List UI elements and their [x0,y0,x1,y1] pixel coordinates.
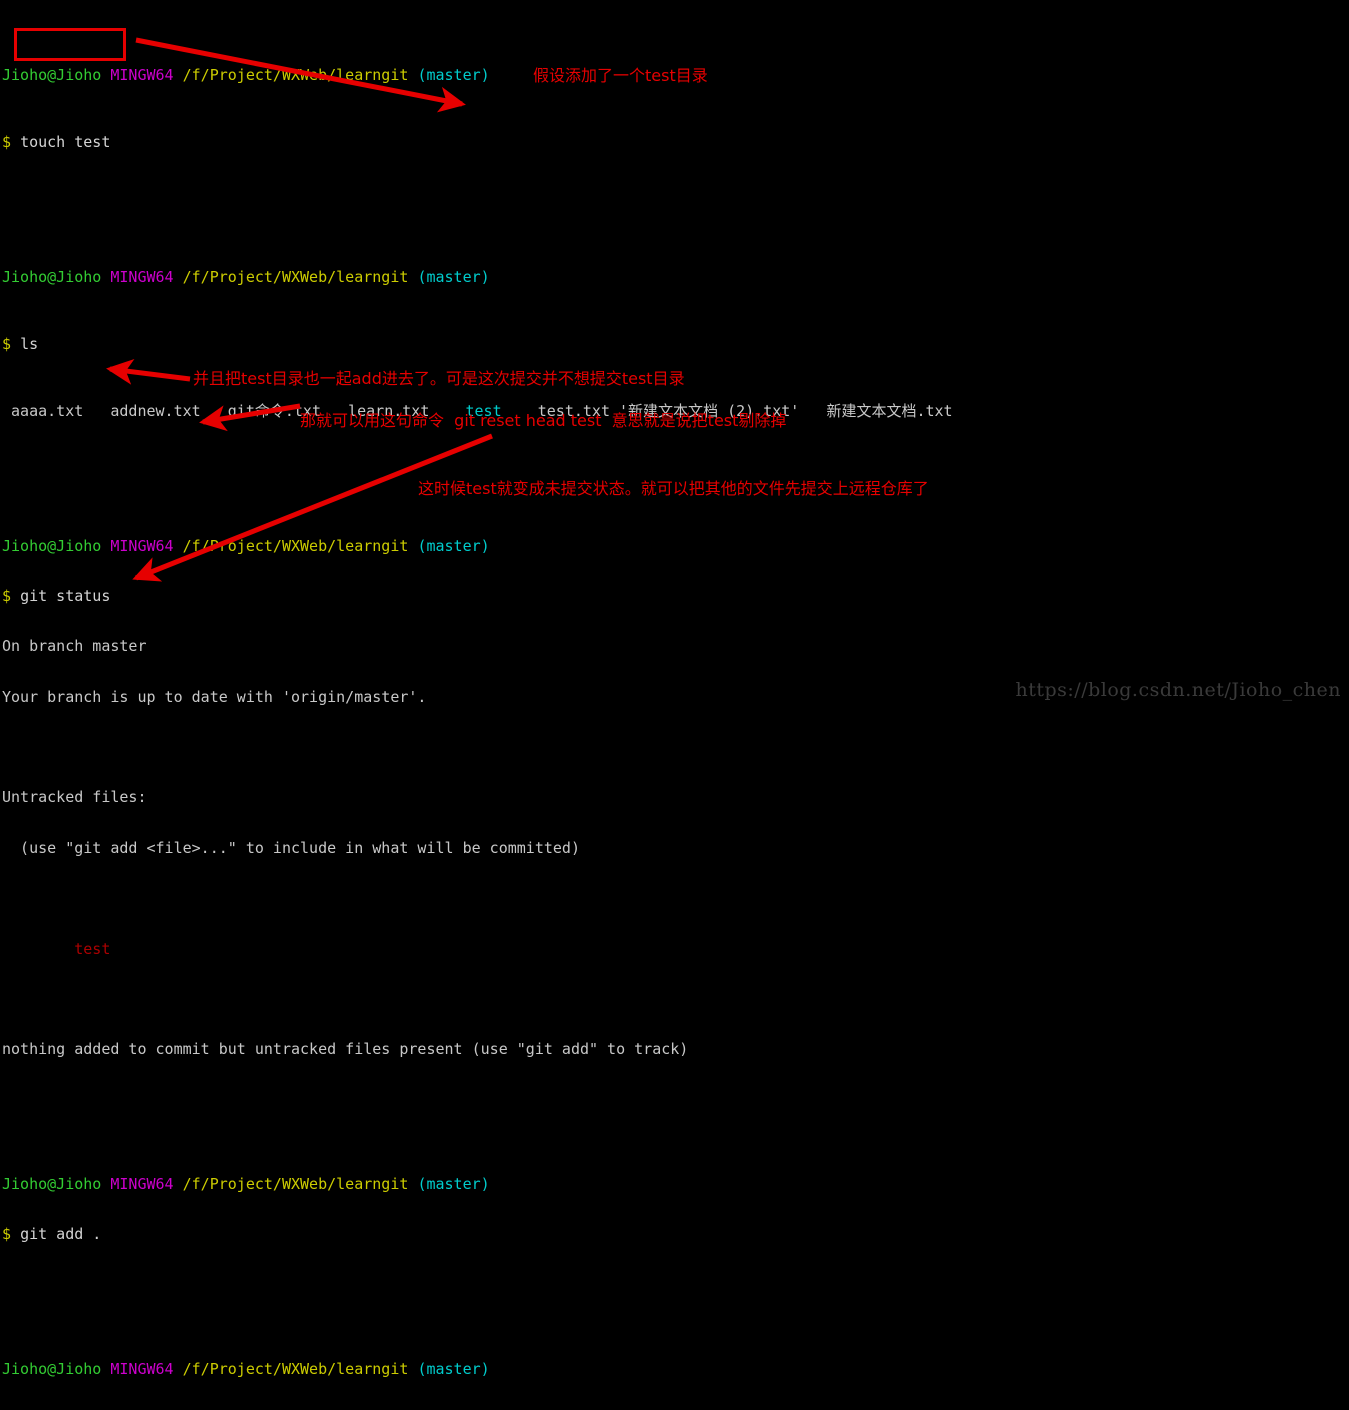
blank-line [0,1277,1349,1294]
ls-item-file: test.txt [538,402,610,420]
prompt-line: Jioho@Jioho MINGW64 /f/Project/WXWeb/lea… [0,269,1349,286]
command-text: touch test [20,133,110,151]
prompt-line: Jioho@Jioho MINGW64 /f/Project/WXWeb/lea… [0,1176,1349,1193]
nothing-added-line: nothing added to commit but untracked fi… [0,1041,1349,1058]
command-line-git-status: $ git status [0,588,1349,605]
prompt-host: MINGW64 [110,537,173,555]
prompt-symbol: $ [2,587,11,605]
command-text: git status [20,587,110,605]
blank-line [0,890,1349,907]
untracked-file-test: test [0,941,1349,958]
command-line-ls: $ ls [0,336,1349,353]
prompt-host: MINGW64 [110,268,173,286]
prompt-path: /f/Project/WXWeb/learngit [183,268,409,286]
prompt-line: Jioho@Jioho MINGW64 /f/Project/WXWeb/lea… [0,538,1349,555]
ls-item-file: '新建文本文档 (2).txt' [619,402,799,420]
prompt-branch: (master) [417,268,489,286]
blank-line [0,454,1349,471]
command-line-touch-test: $ touch test [0,134,1349,151]
prompt-user: Jioho@Jioho [2,66,101,84]
prompt-user: Jioho@Jioho [2,1360,101,1378]
prompt-user: Jioho@Jioho [2,537,101,555]
prompt-symbol: $ [2,335,11,353]
prompt-host: MINGW64 [110,66,173,84]
watermark-url: https://blog.csdn.net/Jioho_chen [1015,679,1341,701]
prompt-branch: (master) [417,537,489,555]
blank-line [0,1092,1349,1109]
blank-line [0,739,1349,756]
blank-line [0,185,1349,202]
prompt-host: MINGW64 [110,1360,173,1378]
prompt-branch: (master) [417,1360,489,1378]
prompt-branch: (master) [417,66,489,84]
ls-output-row: aaaa.txt addnew.txt git命令.txt learn.txt … [0,403,1349,420]
terminal-window[interactable]: Jioho@Jioho MINGW64 /f/Project/WXWeb/lea… [0,0,1349,705]
command-text: ls [20,335,38,353]
prompt-branch: (master) [417,1175,489,1193]
prompt-path: /f/Project/WXWeb/learngit [183,1175,409,1193]
ls-item-file: aaaa.txt [11,402,83,420]
blank-line [0,991,1349,1008]
prompt-host: MINGW64 [110,1175,173,1193]
status-branch-line: On branch master [0,638,1349,655]
ls-item-dir-test: test [466,402,502,420]
ls-item-file: addnew.txt [110,402,200,420]
prompt-path: /f/Project/WXWeb/learngit [183,66,409,84]
prompt-line: Jioho@Jioho MINGW64 /f/Project/WXWeb/lea… [0,1361,1349,1378]
command-line-git-add: $ git add . [0,1226,1349,1243]
untracked-header: Untracked files: [0,789,1349,806]
prompt-symbol: $ [2,1225,11,1243]
prompt-path: /f/Project/WXWeb/learngit [183,1360,409,1378]
prompt-line: Jioho@Jioho MINGW64 /f/Project/WXWeb/lea… [0,67,1349,84]
ls-item-file: learn.txt [348,402,429,420]
command-text: git add . [20,1225,101,1243]
ls-item-file: 新建文本文档.txt [826,402,952,420]
untracked-hint: (use "git add <file>..." to include in w… [0,840,1349,857]
prompt-user: Jioho@Jioho [2,268,101,286]
prompt-user: Jioho@Jioho [2,1175,101,1193]
ls-item-file: git命令.txt [228,402,321,420]
prompt-path: /f/Project/WXWeb/learngit [183,537,409,555]
prompt-symbol: $ [2,133,11,151]
